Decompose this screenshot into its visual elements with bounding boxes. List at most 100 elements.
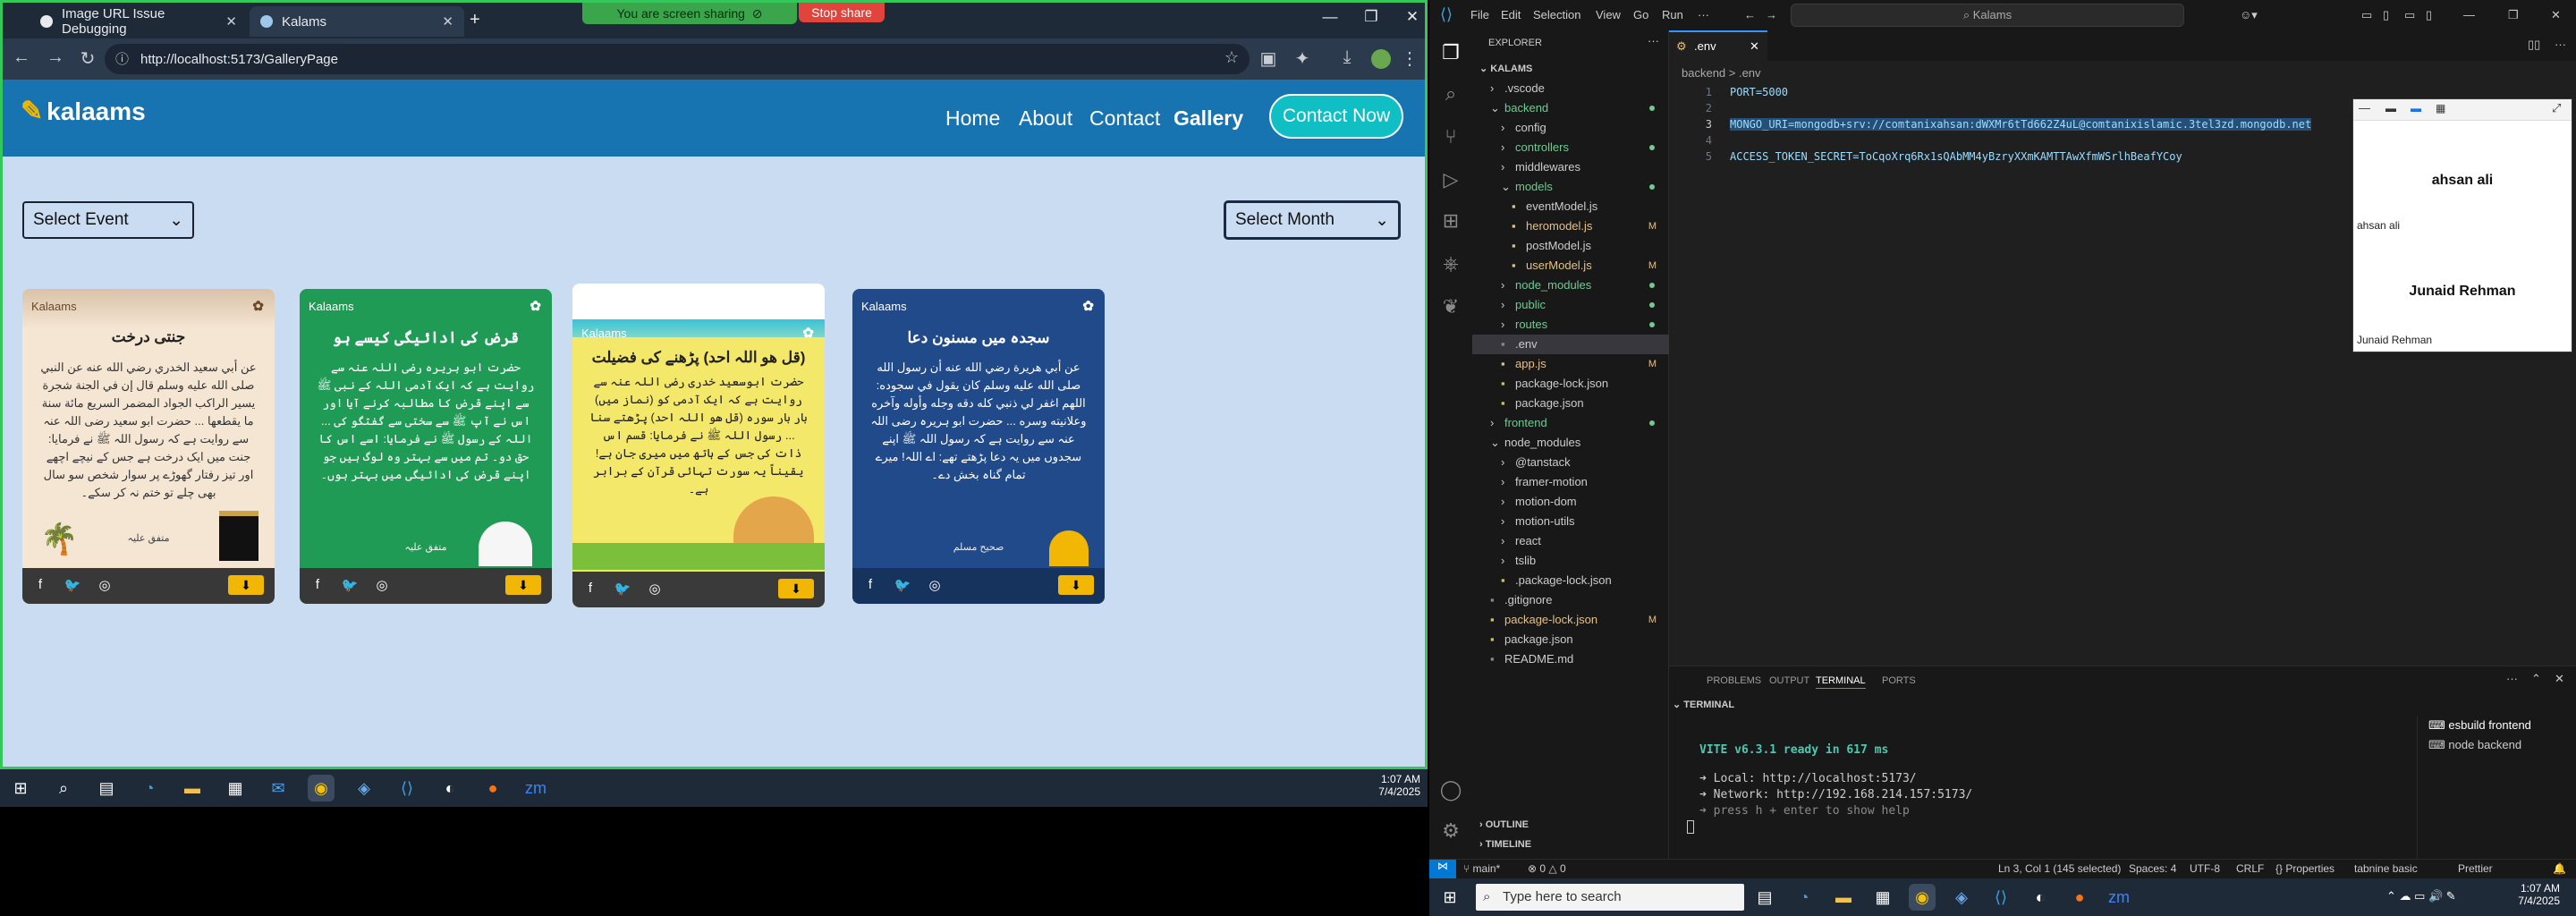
- language-mode-status[interactable]: {} Properties: [2275, 862, 2334, 875]
- tree-item[interactable]: ▪ eventModel.js: [1472, 197, 1669, 216]
- tab-ports[interactable]: PORTS: [1882, 675, 1916, 686]
- stop-share-button[interactable]: Stop share: [799, 3, 885, 22]
- task-view-icon[interactable]: ▤: [1751, 884, 1778, 911]
- toggle-panel-icon[interactable]: ▭: [2404, 8, 2415, 22]
- tree-item[interactable]: › .vscode: [1472, 79, 1669, 98]
- profile-avatar[interactable]: [1371, 49, 1391, 69]
- file-explorer-icon[interactable]: ▬: [179, 775, 206, 802]
- timeline-section[interactable]: › TIMELINE: [1479, 839, 1531, 850]
- tree-item[interactable]: ⌄ models: [1472, 177, 1669, 197]
- vs-code-alt-icon[interactable]: ◈: [351, 775, 377, 802]
- code-line[interactable]: MONGO_URI=mongodb+srv://comtanixahsan:dW…: [1730, 118, 2312, 131]
- close-window-icon[interactable]: ✕: [1394, 8, 1425, 26]
- download-icon[interactable]: ⤓: [1335, 47, 1359, 68]
- reload-icon[interactable]: ↻: [76, 47, 99, 70]
- file-explorer-icon[interactable]: ▬: [1830, 884, 1857, 911]
- tree-item[interactable]: ⌄ node_modules: [1472, 433, 1669, 453]
- nav-back-icon[interactable]: ←: [1744, 8, 1756, 21]
- menu-run[interactable]: Run: [1662, 8, 1683, 21]
- minimize-icon[interactable]: —: [1312, 8, 1348, 26]
- tab-problems[interactable]: PROBLEMS: [1707, 675, 1761, 686]
- start-icon[interactable]: ⊞: [1436, 884, 1463, 911]
- terminal-item-node[interactable]: ⌨ node backend: [2428, 738, 2521, 752]
- facebook-icon[interactable]: f: [861, 577, 879, 595]
- download-button[interactable]: ⬇: [778, 579, 814, 598]
- gallery-card[interactable]: Kalaams ✿ سجدہ میں مسنون دعا عن أبي هرير…: [852, 289, 1105, 604]
- menu-file[interactable]: File: [1470, 8, 1489, 21]
- close-tab-icon[interactable]: ✕: [1750, 32, 1759, 61]
- nav-about[interactable]: About: [1019, 106, 1072, 131]
- zoom-icon[interactable]: zm: [522, 775, 549, 802]
- command-search-input[interactable]: ⌕ Kalams: [1791, 4, 2184, 27]
- code-line[interactable]: ACCESS_TOKEN_SECRET=ToCqoXrq6Rx1sQAbMM4y…: [1730, 150, 2182, 163]
- tab-output[interactable]: OUTPUT: [1769, 675, 1809, 686]
- new-tab-icon[interactable]: +: [470, 10, 480, 30]
- layout-icon[interactable]: ▭: [2361, 8, 2372, 22]
- tree-item[interactable]: ▪ package.json: [1472, 630, 1669, 649]
- mail-icon[interactable]: ✉: [265, 775, 292, 802]
- remote-icon[interactable]: ⎈: [1436, 252, 1465, 281]
- explorer-more-icon[interactable]: ···: [1648, 34, 1659, 47]
- tree-item[interactable]: ▪ .env: [1472, 335, 1669, 354]
- tree-item[interactable]: › node_modules: [1472, 276, 1669, 295]
- instagram-icon[interactable]: ◎: [373, 577, 391, 595]
- source-control-icon[interactable]: ⑂: [1436, 125, 1465, 154]
- tree-item[interactable]: ▪ .gitignore: [1472, 590, 1669, 610]
- maximize-icon[interactable]: ❐: [1353, 8, 1389, 26]
- browser-tab-kalams[interactable]: Kalams ✕: [250, 6, 464, 37]
- vscode-icon[interactable]: ⟨⟩: [394, 775, 420, 802]
- extensions-icon[interactable]: ✦: [1291, 47, 1314, 70]
- download-button[interactable]: ⬇: [505, 575, 541, 595]
- postman-icon[interactable]: ●: [2066, 884, 2093, 911]
- clock[interactable]: 1:07 AM 7/4/2025: [2512, 882, 2560, 907]
- popup-grid-icon[interactable]: ▦: [2436, 102, 2445, 114]
- popup-layout-active-icon[interactable]: ▬: [2411, 102, 2421, 114]
- notifications-bell-icon[interactable]: 🔔: [2553, 862, 2566, 875]
- breadcrumb[interactable]: backend > .env: [1682, 66, 1761, 80]
- taskbar-search-input[interactable]: ⌕ Type here to search: [1476, 884, 1744, 911]
- facebook-icon[interactable]: f: [581, 581, 599, 598]
- twitter-icon[interactable]: 🐦: [614, 581, 631, 598]
- minimize-icon[interactable]: —: [2463, 8, 2475, 21]
- tree-item[interactable]: › controllers: [1472, 138, 1669, 157]
- tree-item[interactable]: ▪ package.json: [1472, 394, 1669, 413]
- remote-status-icon[interactable]: ⋈: [1429, 860, 1456, 878]
- tree-item[interactable]: ▪ postModel.js: [1472, 236, 1669, 256]
- split-editor-icon[interactable]: ▯▯: [2528, 38, 2540, 52]
- select-event-dropdown[interactable]: Select Event ⌄: [22, 201, 194, 239]
- instagram-icon[interactable]: ◎: [646, 581, 664, 598]
- tree-item[interactable]: › middlewares: [1472, 157, 1669, 177]
- tree-item[interactable]: › config: [1472, 118, 1669, 138]
- task-view-icon[interactable]: ▤: [93, 775, 120, 802]
- nav-gallery[interactable]: Gallery: [1174, 106, 1243, 131]
- problems-status[interactable]: ⊗ 0 △ 0: [1528, 862, 1566, 875]
- search-icon[interactable]: ⌕: [1436, 82, 1465, 111]
- browser-menu-icon[interactable]: ⋮: [1398, 47, 1421, 70]
- tree-item[interactable]: › routes: [1472, 315, 1669, 335]
- site-info-icon[interactable]: ⓘ: [115, 49, 129, 68]
- tree-item[interactable]: › @tanstack: [1472, 453, 1669, 472]
- select-month-dropdown[interactable]: Select Month ⌄: [1224, 201, 1400, 239]
- clock[interactable]: 1:07 AM 7/4/2025: [1374, 773, 1420, 798]
- facebook-icon[interactable]: f: [309, 577, 326, 595]
- workspace-root[interactable]: ⌄ KALAMS: [1479, 63, 1532, 74]
- menu-edit[interactable]: Edit: [1501, 8, 1521, 21]
- popup-layout-icon[interactable]: ▬: [2385, 102, 2396, 114]
- system-tray-icons[interactable]: ⌃ ☁ ▭ 🔊 ✎: [2386, 889, 2456, 903]
- download-button[interactable]: ⬇: [228, 575, 264, 595]
- git-branch-status[interactable]: ⑂ main*: [1463, 862, 1500, 875]
- menu-view[interactable]: View: [1596, 8, 1621, 21]
- eol-status[interactable]: CRLF: [2236, 862, 2264, 875]
- cast-icon[interactable]: ▣: [1257, 47, 1280, 70]
- cursor-position-status[interactable]: Ln 3, Col 1 (145 selected): [1998, 862, 2121, 875]
- vs-code-alt-icon[interactable]: ◈: [1948, 884, 1975, 911]
- extensions-icon[interactable]: ⊞: [1436, 209, 1465, 238]
- more-menu-icon[interactable]: ···: [1698, 8, 1709, 21]
- editor-more-icon[interactable]: ···: [2555, 38, 2566, 51]
- terminal-cursor[interactable]: [1687, 820, 1694, 834]
- tab-terminal[interactable]: TERMINAL: [1816, 675, 1866, 689]
- nav-forward-icon[interactable]: →: [1766, 8, 1777, 21]
- tree-item[interactable]: › motion-dom: [1472, 492, 1669, 512]
- maximize-icon[interactable]: ❐: [2508, 8, 2519, 22]
- editor-tab-env[interactable]: ⚙ .env ✕: [1669, 30, 1767, 61]
